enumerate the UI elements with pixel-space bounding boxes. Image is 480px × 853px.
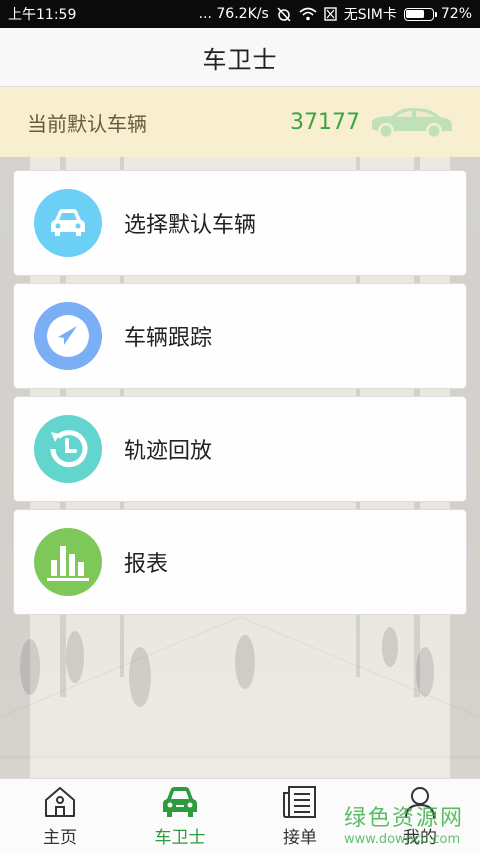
alarm-off-icon: [277, 7, 291, 22]
menu-label: 车辆跟踪: [124, 326, 213, 351]
nav-label: 我的: [403, 828, 437, 848]
menu-vehicle-tracking[interactable]: 车辆跟踪: [13, 283, 467, 389]
battery-fill: [406, 10, 425, 18]
history-clock-icon: [34, 415, 102, 483]
home-icon: [45, 787, 75, 817]
menu-track-playback[interactable]: 轨迹回放: [13, 396, 467, 502]
default-vehicle-banner[interactable]: 当前默认车辆 37177: [0, 87, 480, 157]
nav-home[interactable]: 主页: [0, 779, 120, 853]
status-bar: 上午11:59 ... 76.2K/s 无SIM卡 72%: [0, 0, 480, 28]
menu-label: 轨迹回放: [124, 439, 213, 464]
default-vehicle-label: 当前默认车辆: [27, 111, 147, 136]
user-icon: [405, 787, 435, 819]
menu-reports[interactable]: 报表: [13, 509, 467, 615]
nav-label: 主页: [43, 828, 77, 848]
nav-label: 接单: [283, 828, 317, 848]
menu-label: 报表: [124, 552, 169, 577]
car-icon: [163, 787, 197, 817]
network-speed: ... 76.2K/s: [198, 6, 269, 22]
bar-chart-icon: [34, 528, 102, 596]
sim-status: 无SIM卡: [343, 7, 397, 23]
car-icon: [34, 189, 102, 257]
bottom-nav: 主页 车卫士 接单 我的: [0, 778, 480, 853]
battery-icon: [403, 7, 437, 21]
page-title: 车卫士: [0, 28, 480, 87]
menu-label: 选择默认车辆: [124, 213, 257, 238]
newspaper-icon: [283, 786, 316, 818]
navigation-arrow-icon: [34, 302, 102, 370]
feature-menu: 选择默认车辆 车辆跟踪 轨迹回放 报表: [13, 170, 467, 622]
status-indicators: ... 76.2K/s 无SIM卡 72%: [199, 4, 472, 24]
default-vehicle-plate: 37177: [290, 109, 360, 135]
nav-orders[interactable]: 接单: [240, 779, 360, 853]
nav-car-guard[interactable]: 车卫士: [120, 779, 240, 853]
battery-percent: 72%: [440, 6, 472, 22]
wifi-icon: [299, 7, 317, 21]
no-sim-icon: [324, 7, 337, 21]
car-side-icon: [372, 108, 452, 139]
nav-profile[interactable]: 我的: [360, 779, 480, 853]
status-time: 上午11:59: [8, 7, 77, 23]
menu-select-default-vehicle[interactable]: 选择默认车辆: [13, 170, 467, 276]
nav-label: 车卫士: [154, 828, 206, 848]
